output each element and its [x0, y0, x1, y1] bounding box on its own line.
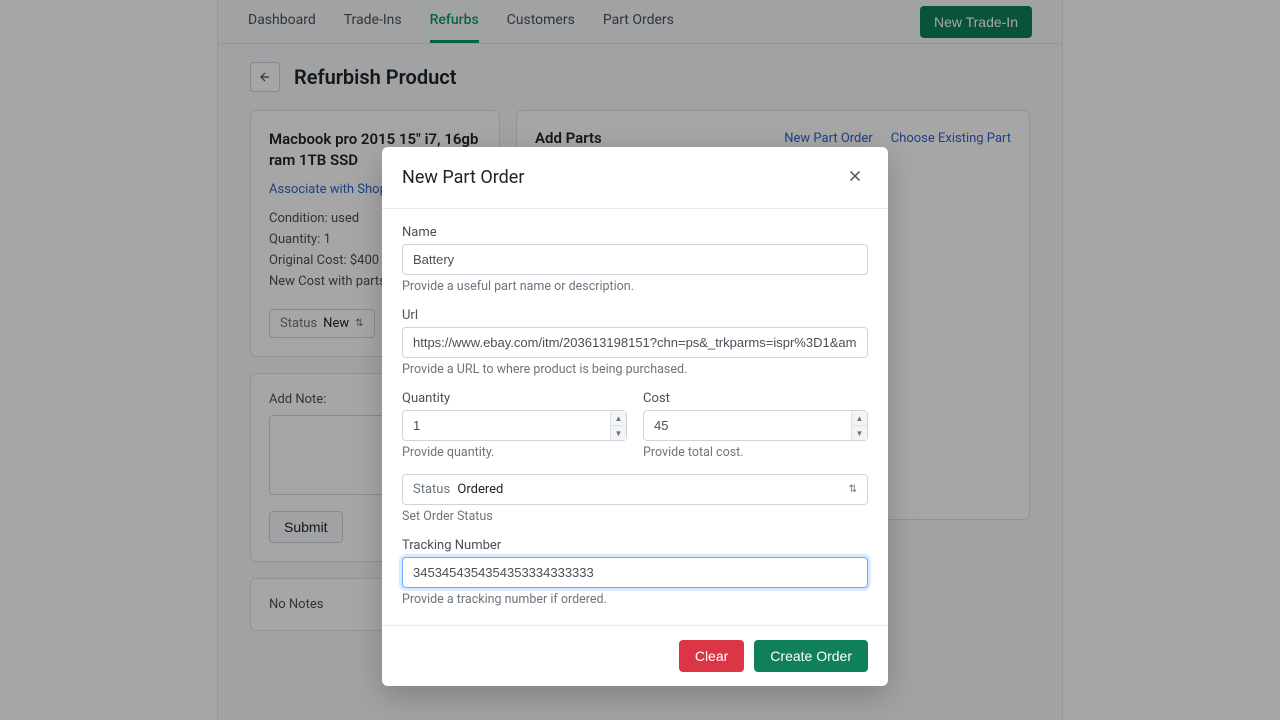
cost-step-up[interactable]: ▲ [852, 411, 867, 426]
url-help: Provide a URL to where product is being … [402, 362, 868, 377]
create-order-button[interactable]: Create Order [754, 640, 868, 672]
quantity-step-down[interactable]: ▼ [611, 426, 626, 440]
name-label: Name [402, 225, 868, 240]
cost-label: Cost [643, 391, 868, 406]
tracking-help: Provide a tracking number if ordered. [402, 592, 868, 607]
modal-title: New Part Order [402, 167, 524, 188]
close-icon [846, 167, 864, 185]
quantity-step-up[interactable]: ▲ [611, 411, 626, 426]
url-input[interactable] [402, 327, 868, 358]
quantity-label: Quantity [402, 391, 627, 406]
quantity-help: Provide quantity. [402, 445, 627, 460]
tracking-label: Tracking Number [402, 538, 868, 553]
url-label: Url [402, 308, 868, 323]
tracking-input[interactable] [402, 557, 868, 588]
chevron-updown-icon: ⇅ [849, 484, 857, 495]
quantity-input[interactable] [402, 410, 627, 441]
order-status-select[interactable]: Status Ordered ⇅ [402, 474, 868, 505]
close-modal-button[interactable] [842, 163, 868, 192]
clear-button[interactable]: Clear [679, 640, 744, 672]
new-part-order-modal: New Part Order Name Provide a useful par… [382, 147, 888, 686]
name-input[interactable] [402, 244, 868, 275]
cost-help: Provide total cost. [643, 445, 868, 460]
cost-input[interactable] [643, 410, 868, 441]
cost-step-down[interactable]: ▼ [852, 426, 867, 440]
status-help: Set Order Status [402, 509, 868, 524]
name-help: Provide a useful part name or descriptio… [402, 279, 868, 294]
